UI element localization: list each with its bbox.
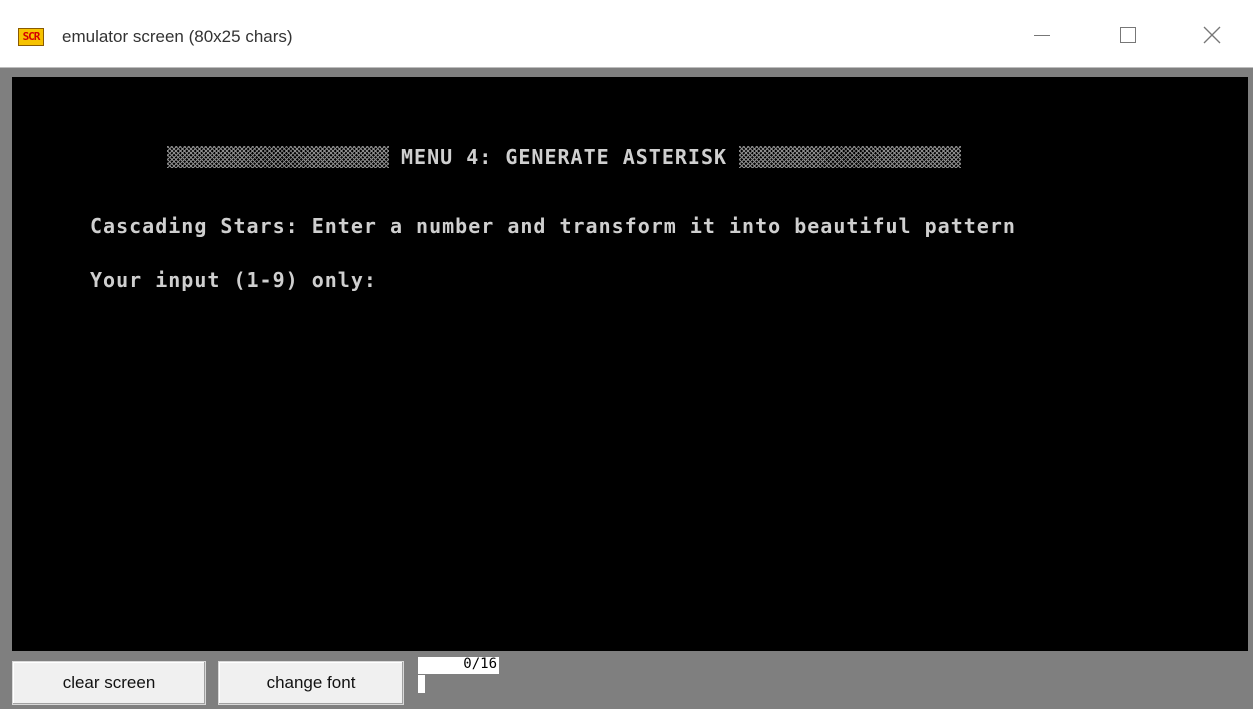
maximize-button[interactable] <box>1098 10 1158 60</box>
shade-bar-left <box>167 146 389 168</box>
window-title: emulator screen (80x25 chars) <box>62 27 293 46</box>
minimize-icon <box>1034 34 1050 36</box>
menu-title: MENU 4: GENERATE ASTERISK <box>401 145 728 169</box>
app-icon: SCR <box>18 28 44 46</box>
title-bar: SCR emulator screen (80x25 chars) <box>0 0 1253 68</box>
description-text: Cascading Stars: Enter a number and tran… <box>90 214 1016 238</box>
input-prompt: Your input (1-9) only: <box>90 268 377 292</box>
maximize-icon <box>1120 27 1136 43</box>
console-screen[interactable]: MENU 4: GENERATE ASTERISK Cascading Star… <box>12 77 1248 651</box>
menu-header: MENU 4: GENERATE ASTERISK <box>167 144 962 170</box>
input-cursor[interactable] <box>418 675 425 693</box>
shade-bar-right <box>739 146 962 168</box>
bottom-toolbar: clear screen change font 0/16 <box>0 651 1253 709</box>
change-font-button[interactable]: change font <box>218 661 404 705</box>
close-icon <box>1203 26 1221 44</box>
char-counter: 0/16 <box>418 657 499 674</box>
clear-screen-button[interactable]: clear screen <box>12 661 206 705</box>
minimize-button[interactable] <box>1012 10 1072 60</box>
close-button[interactable] <box>1182 10 1242 60</box>
